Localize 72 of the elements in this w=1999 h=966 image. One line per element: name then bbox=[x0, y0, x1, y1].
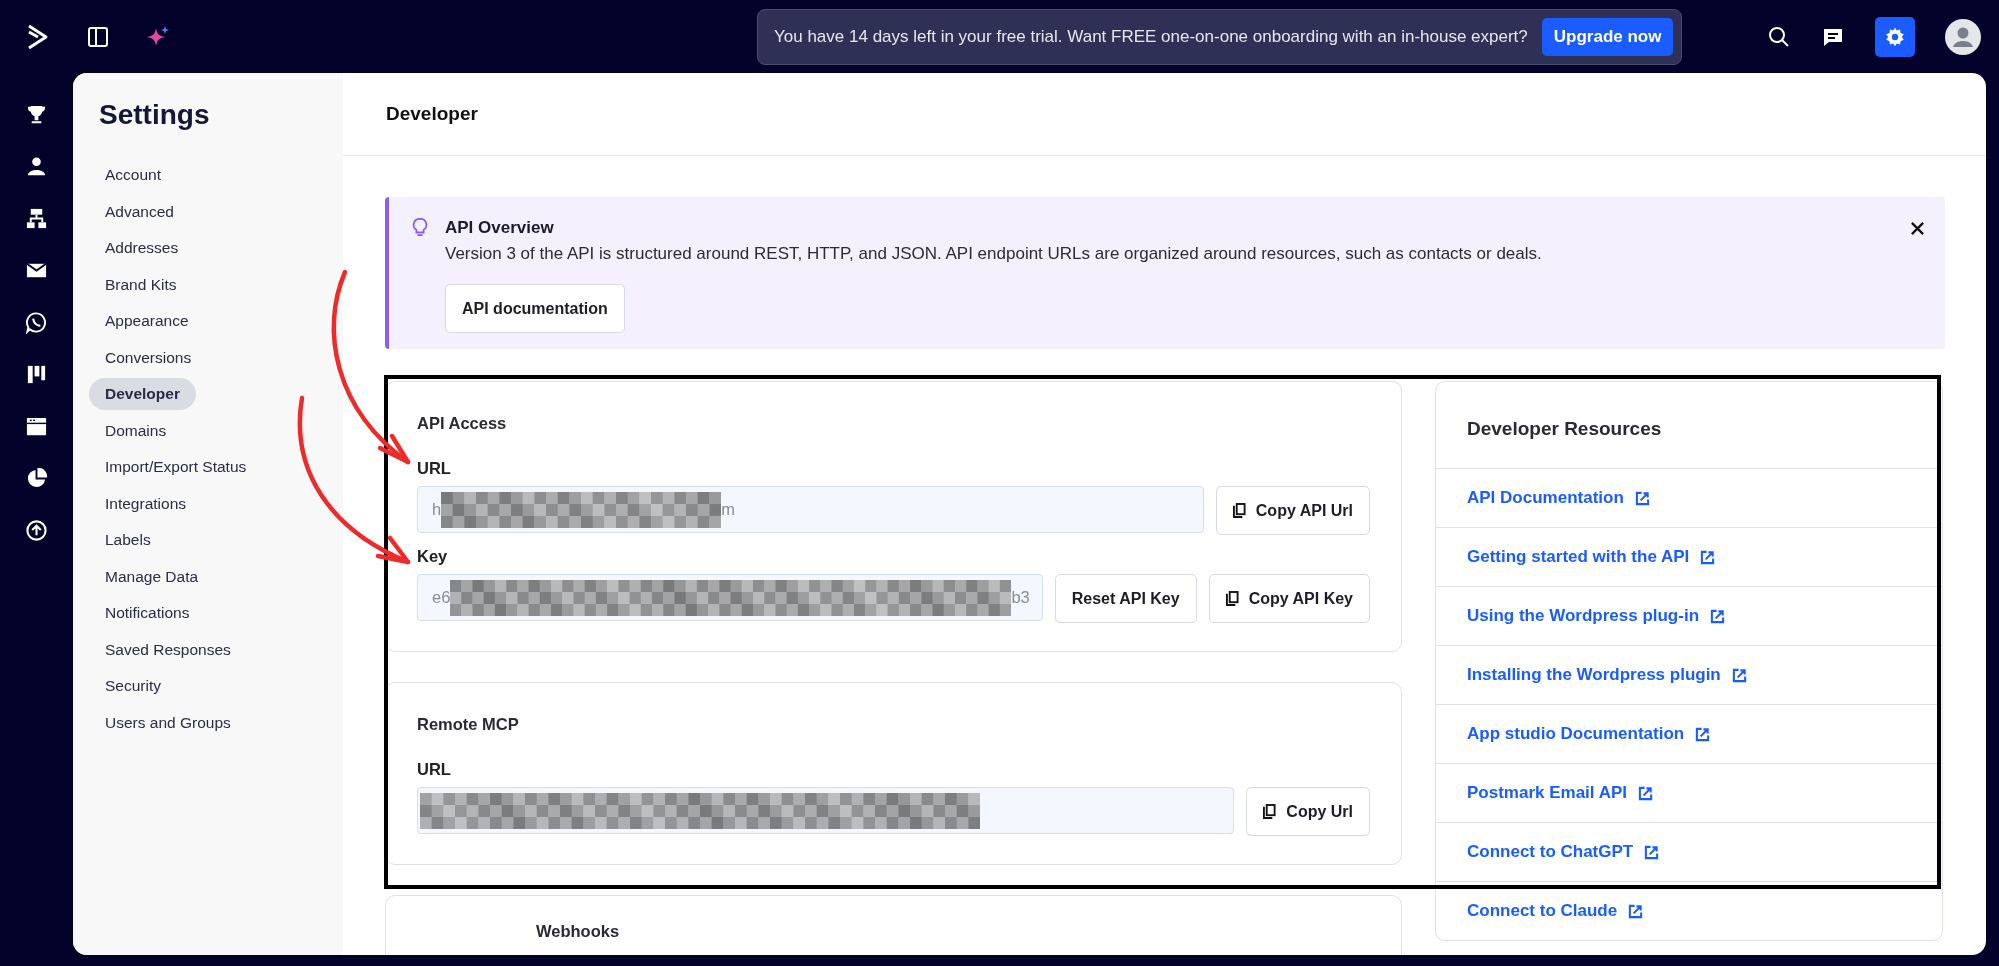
external-link-icon bbox=[1695, 726, 1711, 742]
sidebar-item[interactable]: Brand Kits bbox=[89, 268, 193, 301]
sidebar-item[interactable]: Account bbox=[89, 159, 177, 191]
close-icon[interactable] bbox=[1910, 221, 1925, 236]
field-label: URL bbox=[417, 459, 452, 478]
sidebar-item[interactable]: Developer bbox=[89, 378, 196, 410]
copy-icon bbox=[1263, 804, 1277, 819]
card-title: API Access bbox=[417, 414, 508, 433]
external-link-icon bbox=[1644, 844, 1660, 860]
window-icon[interactable] bbox=[25, 415, 48, 438]
trophy-icon[interactable] bbox=[25, 103, 48, 126]
person-icon[interactable] bbox=[25, 155, 48, 178]
field-label: Key bbox=[417, 547, 449, 566]
resource-link[interactable]: API Documentation bbox=[1436, 469, 1942, 528]
external-link-icon bbox=[1700, 549, 1716, 565]
field-value-end: b3 bbox=[1011, 588, 1030, 607]
external-link-icon bbox=[1638, 785, 1653, 801]
sidebar-item[interactable]: Users and Groups bbox=[89, 706, 247, 739]
alert-text: Version 3 of the API is structured around REST, HTTP, and JSON. API endpoint URLs are organized around resources, such as contacts or deals. bbox=[445, 244, 1543, 264]
resource-link[interactable]: Connect to ChatGPT bbox=[1436, 823, 1942, 882]
api-documentation-button[interactable]: API documentation bbox=[445, 284, 625, 333]
copy-icon bbox=[1232, 503, 1246, 518]
resource-link[interactable]: Connect to Claude bbox=[1436, 882, 1942, 940]
field-value-end: m bbox=[721, 500, 735, 519]
alert-title: API Overview bbox=[445, 218, 555, 238]
copy-button[interactable]: Copy API Url bbox=[1215, 486, 1370, 535]
card-title: Webhooks bbox=[536, 922, 621, 941]
external-link-icon bbox=[1731, 667, 1747, 683]
phone-chat-icon[interactable] bbox=[25, 311, 48, 334]
settings-button[interactable] bbox=[1875, 16, 1915, 57]
search-icon[interactable] bbox=[1767, 24, 1791, 49]
upgrade-button[interactable]: Upgrade now bbox=[1541, 17, 1674, 56]
sidebar-item[interactable]: Import/Export Status bbox=[89, 451, 263, 483]
settings-title: Settings bbox=[99, 99, 210, 131]
sidebar-item[interactable]: Security bbox=[89, 670, 177, 702]
copy-button[interactable]: Copy API Key bbox=[1208, 574, 1370, 623]
sidebar-item[interactable]: Saved Responses bbox=[89, 633, 247, 666]
sidebar-item[interactable]: Conversions bbox=[89, 341, 208, 374]
copy-button[interactable]: Copy Url bbox=[1246, 787, 1370, 836]
sidebar-toggle-icon[interactable] bbox=[86, 24, 110, 49]
kanban-icon[interactable] bbox=[25, 363, 48, 386]
sidebar-item[interactable]: Domains bbox=[89, 414, 183, 447]
external-link-icon bbox=[1628, 903, 1644, 919]
resources-title: Developer Resources bbox=[1436, 382, 1942, 469]
sidebar-item[interactable]: Addresses bbox=[89, 232, 195, 264]
field-value-start: h bbox=[432, 500, 442, 519]
resource-link[interactable]: Using the Wordpress plug-in bbox=[1436, 587, 1942, 646]
input-field[interactable] bbox=[417, 787, 1235, 834]
external-link-icon bbox=[1634, 490, 1650, 506]
upload-icon[interactable] bbox=[25, 519, 48, 542]
copy-icon bbox=[1225, 591, 1239, 606]
lightbulb-icon bbox=[411, 217, 429, 239]
card-title: Remote MCP bbox=[417, 715, 520, 734]
page-title: Developer bbox=[386, 103, 478, 125]
sidebar-item[interactable]: Labels bbox=[89, 524, 167, 556]
field-label: URL bbox=[417, 760, 452, 779]
sidebar-item[interactable]: Appearance bbox=[89, 305, 205, 337]
avatar-icon[interactable] bbox=[1945, 18, 1981, 55]
reset-button[interactable]: Reset API Key bbox=[1054, 574, 1197, 623]
sidebar-item[interactable]: Advanced bbox=[89, 195, 190, 228]
sidebar-item[interactable]: Notifications bbox=[89, 597, 206, 629]
sitemap-icon[interactable] bbox=[25, 207, 48, 230]
sidebar-item[interactable]: Manage Data bbox=[89, 560, 215, 593]
pie-chart-icon[interactable] bbox=[25, 467, 48, 490]
resource-link[interactable]: App studio Documentation bbox=[1436, 705, 1942, 764]
trial-text: You have 14 days left in your free trial. Want FREE one-on-one onboarding with an in-house expert? bbox=[774, 26, 1528, 47]
resource-link[interactable]: Installing the Wordpress plugin bbox=[1436, 646, 1942, 705]
field-value-start: e6 bbox=[432, 588, 451, 607]
external-link-icon bbox=[1710, 608, 1726, 624]
resource-link[interactable]: Getting started with the API bbox=[1436, 528, 1942, 587]
resource-link[interactable]: Postmark Email API bbox=[1436, 764, 1942, 823]
sidebar-item[interactable]: Integrations bbox=[89, 487, 202, 520]
